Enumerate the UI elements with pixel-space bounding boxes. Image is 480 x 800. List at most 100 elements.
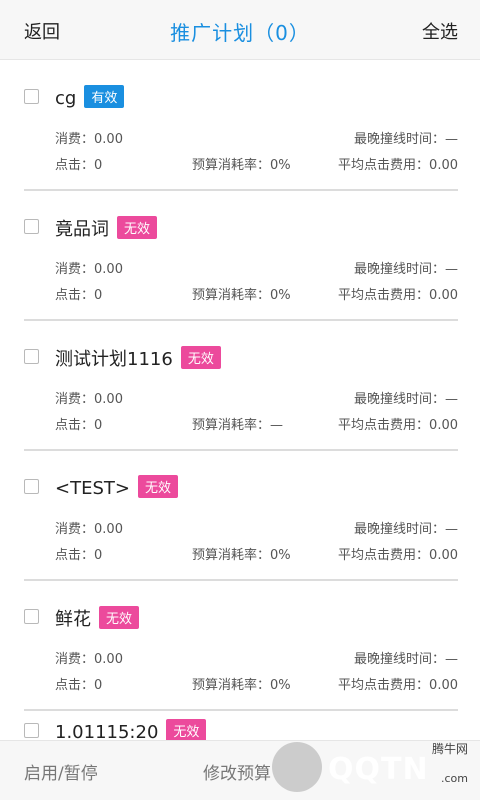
status-badge: 无效 [137, 475, 178, 498]
clicks-stat: 点击：0 [55, 544, 102, 563]
status-badge: 无效 [99, 606, 140, 629]
clicks-value: 0 [94, 158, 103, 173]
spend-stat: 消费：0.00 [55, 648, 123, 667]
plan-item[interactable]: cg 有效 消费：0.00 最晚撞线时间：— 点击：0 预算消耗率：0% 平均点击… [0, 61, 480, 191]
spend-stat: 消费：0.00 [55, 258, 123, 277]
edit-budget-button[interactable]: 修改预算 [203, 759, 271, 784]
budget-rate-stat: 预算消耗率：0% [192, 544, 291, 563]
plan-list: cg 有效 消费：0.00 最晚撞线时间：— 点击：0 预算消耗率：0% 平均点击… [0, 61, 480, 741]
status-badge: 无效 [117, 216, 158, 239]
select-all-button[interactable]: 全选 [422, 18, 458, 44]
latest-time-stat: 最晚撞线时间：— [354, 128, 458, 147]
plan-name-row: <TEST> 无效 [55, 475, 178, 499]
budget-rate-label: 预算消耗率： [192, 418, 271, 433]
budget-rate-label: 预算消耗率： [192, 288, 271, 303]
spend-stat: 消费：0.00 [55, 388, 123, 407]
spend-label: 消费： [55, 522, 95, 537]
plan-name: 鲜花 [55, 609, 91, 630]
checkbox-icon[interactable] [24, 349, 39, 364]
watermark-brand: QQTN [328, 752, 429, 787]
latest-time-stat: 最晚撞线时间：— [354, 388, 458, 407]
enable-pause-button[interactable]: 启用/暂停 [24, 759, 98, 784]
checkbox-icon[interactable] [24, 219, 39, 234]
checkbox-icon[interactable] [24, 723, 39, 738]
latest-time-label: 最晚撞线时间： [353, 652, 445, 667]
budget-rate-value: 0% [270, 288, 291, 303]
spend-value: 0.00 [94, 262, 123, 277]
checkbox-icon[interactable] [24, 479, 39, 494]
plan-name: 1.01115:20 [55, 722, 159, 741]
checkbox-icon[interactable] [24, 609, 39, 624]
clicks-stat: 点击：0 [55, 154, 102, 173]
budget-rate-stat: 预算消耗率：0% [192, 154, 291, 173]
top-bar: 返回 推广计划（0） 全选 [0, 0, 480, 60]
avg-cpc-label: 平均点击费用： [338, 548, 430, 563]
latest-time-value: — [445, 132, 458, 147]
watermark-logo: QQTN 腾牛网 .com [272, 740, 472, 794]
avg-cpc-value: 0.00 [429, 678, 458, 693]
status-badge: 无效 [180, 346, 221, 369]
budget-rate-stat: 预算消耗率：0% [192, 674, 291, 693]
plan-name: <TEST> [55, 478, 130, 499]
plan-name-row: 1.01115:20 无效 [55, 719, 207, 741]
clicks-stat: 点击：0 [55, 674, 102, 693]
budget-rate-value: 0% [270, 548, 291, 563]
clicks-value: 0 [94, 418, 103, 433]
spend-stat: 消费：0.00 [55, 518, 123, 537]
latest-time-label: 最晚撞线时间： [353, 392, 445, 407]
latest-time-label: 最晚撞线时间： [353, 262, 445, 277]
watermark-emblem-icon [272, 742, 322, 792]
plan-name-row: 鲜花 无效 [55, 605, 140, 631]
latest-time-stat: 最晚撞线时间：— [354, 518, 458, 537]
budget-rate-label: 预算消耗率： [192, 678, 271, 693]
budget-rate-value: 0% [270, 678, 291, 693]
avg-cpc-label: 平均点击费用： [338, 288, 430, 303]
clicks-label: 点击： [55, 678, 95, 693]
latest-time-stat: 最晚撞线时间：— [354, 258, 458, 277]
spend-label: 消费： [55, 262, 95, 277]
spend-value: 0.00 [94, 132, 123, 147]
latest-time-stat: 最晚撞线时间：— [354, 648, 458, 667]
watermark-site-name: 腾牛网 [431, 742, 468, 756]
plan-item-partial[interactable]: 1.01115:20 无效 [0, 711, 480, 741]
latest-time-value: — [445, 392, 458, 407]
bottom-bar: 启用/暂停 修改预算 QQTN 腾牛网 .com [0, 740, 480, 800]
budget-rate-label: 预算消耗率： [192, 548, 271, 563]
clicks-stat: 点击：0 [55, 284, 102, 303]
clicks-value: 0 [94, 678, 103, 693]
latest-time-value: — [445, 652, 458, 667]
plan-item[interactable]: <TEST> 无效 消费：0.00 最晚撞线时间：— 点击：0 预算消耗率：0% … [0, 451, 480, 581]
plan-item[interactable]: 测试计划1116 无效 消费：0.00 最晚撞线时间：— 点击：0 预算消耗率： —… [0, 321, 480, 451]
budget-rate-label: 预算消耗率： [192, 158, 271, 173]
checkbox-icon[interactable] [24, 89, 39, 104]
plan-name-row: 测试计划1116 无效 [55, 345, 221, 371]
budget-rate-stat: 预算消耗率：0% [192, 284, 291, 303]
clicks-value: 0 [94, 548, 103, 563]
spend-label: 消费： [55, 652, 95, 667]
plan-name-row: cg 有效 [55, 85, 125, 109]
plan-item[interactable]: 鲜花 无效 消费：0.00 最晚撞线时间：— 点击：0 预算消耗率：0% 平均点击… [0, 581, 480, 711]
spend-value: 0.00 [94, 392, 123, 407]
latest-time-value: — [445, 262, 458, 277]
plan-name-row: 竟品词 无效 [55, 215, 158, 241]
avg-cpc-stat: 平均点击费用：0.00 [338, 674, 458, 693]
avg-cpc-label: 平均点击费用： [338, 158, 430, 173]
spend-value: 0.00 [94, 652, 123, 667]
clicks-label: 点击： [55, 548, 95, 563]
status-badge: 有效 [84, 85, 125, 108]
spend-label: 消费： [55, 392, 95, 407]
avg-cpc-value: 0.00 [429, 288, 458, 303]
clicks-stat: 点击：0 [55, 414, 102, 433]
clicks-label: 点击： [55, 288, 95, 303]
watermark-url: .com [441, 772, 468, 785]
latest-time-label: 最晚撞线时间： [353, 522, 445, 537]
budget-rate-value: 0% [270, 158, 291, 173]
plan-item[interactable]: 竟品词 无效 消费：0.00 最晚撞线时间：— 点击：0 预算消耗率：0% 平均点… [0, 191, 480, 321]
plan-name: 竟品词 [55, 219, 109, 240]
avg-cpc-value: 0.00 [429, 158, 458, 173]
avg-cpc-stat: 平均点击费用：0.00 [338, 544, 458, 563]
plan-name: cg [55, 88, 77, 109]
avg-cpc-label: 平均点击费用： [338, 678, 430, 693]
spend-label: 消费： [55, 132, 95, 147]
status-badge: 无效 [166, 719, 207, 741]
